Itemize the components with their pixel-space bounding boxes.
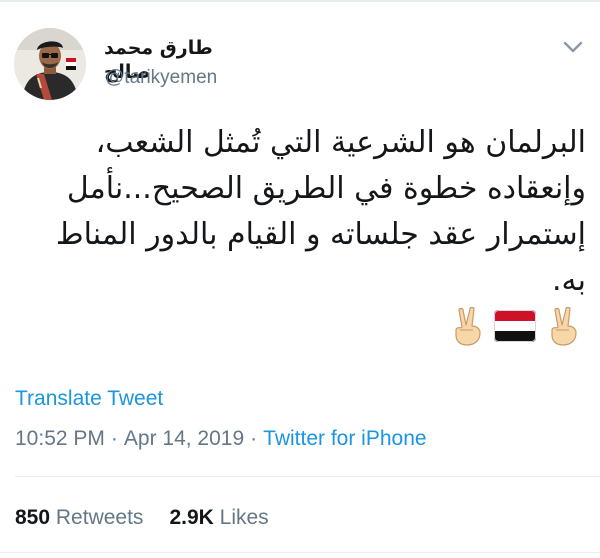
retweets-count: 850 [15,506,51,529]
likes-label: Likes [219,506,269,529]
profile-photo-icon [14,28,86,100]
chevron-down-icon[interactable] [562,40,584,54]
tweet-source-link[interactable]: Twitter for iPhone [263,427,426,450]
tweet-text: البرلمان هو الشرعية التي تُمثل الشعب، وإ… [55,125,586,298]
meta-separator: · [250,427,258,450]
likes-count: 2.9K [169,506,214,529]
tweet-stats: 850 Retweets 2.9K Likes [15,505,269,531]
victory-hand-icon [551,306,577,346]
divider [15,476,600,477]
retweets-stat[interactable]: 850 Retweets [15,506,143,529]
victory-hand-icon [455,306,481,346]
top-border [0,0,600,2]
bottom-divider [0,552,600,553]
emoji-row [450,305,584,347]
handle[interactable]: @tarikyemen [105,66,217,90]
translate-tweet-link[interactable]: Translate Tweet [15,386,163,412]
tweet-date[interactable]: Apr 14, 2019 [124,427,244,450]
tweet-meta: 10:52 PM · Apr 14, 2019 · Twitter for iPhone [15,426,427,452]
avatar[interactable] [14,28,86,100]
likes-stat[interactable]: 2.9K Likes [169,506,268,529]
retweets-label: Retweets [55,506,144,529]
yemen-flag-icon [494,310,536,342]
tweet-time[interactable]: 10:52 PM [15,427,105,450]
meta-separator: · [110,427,118,450]
